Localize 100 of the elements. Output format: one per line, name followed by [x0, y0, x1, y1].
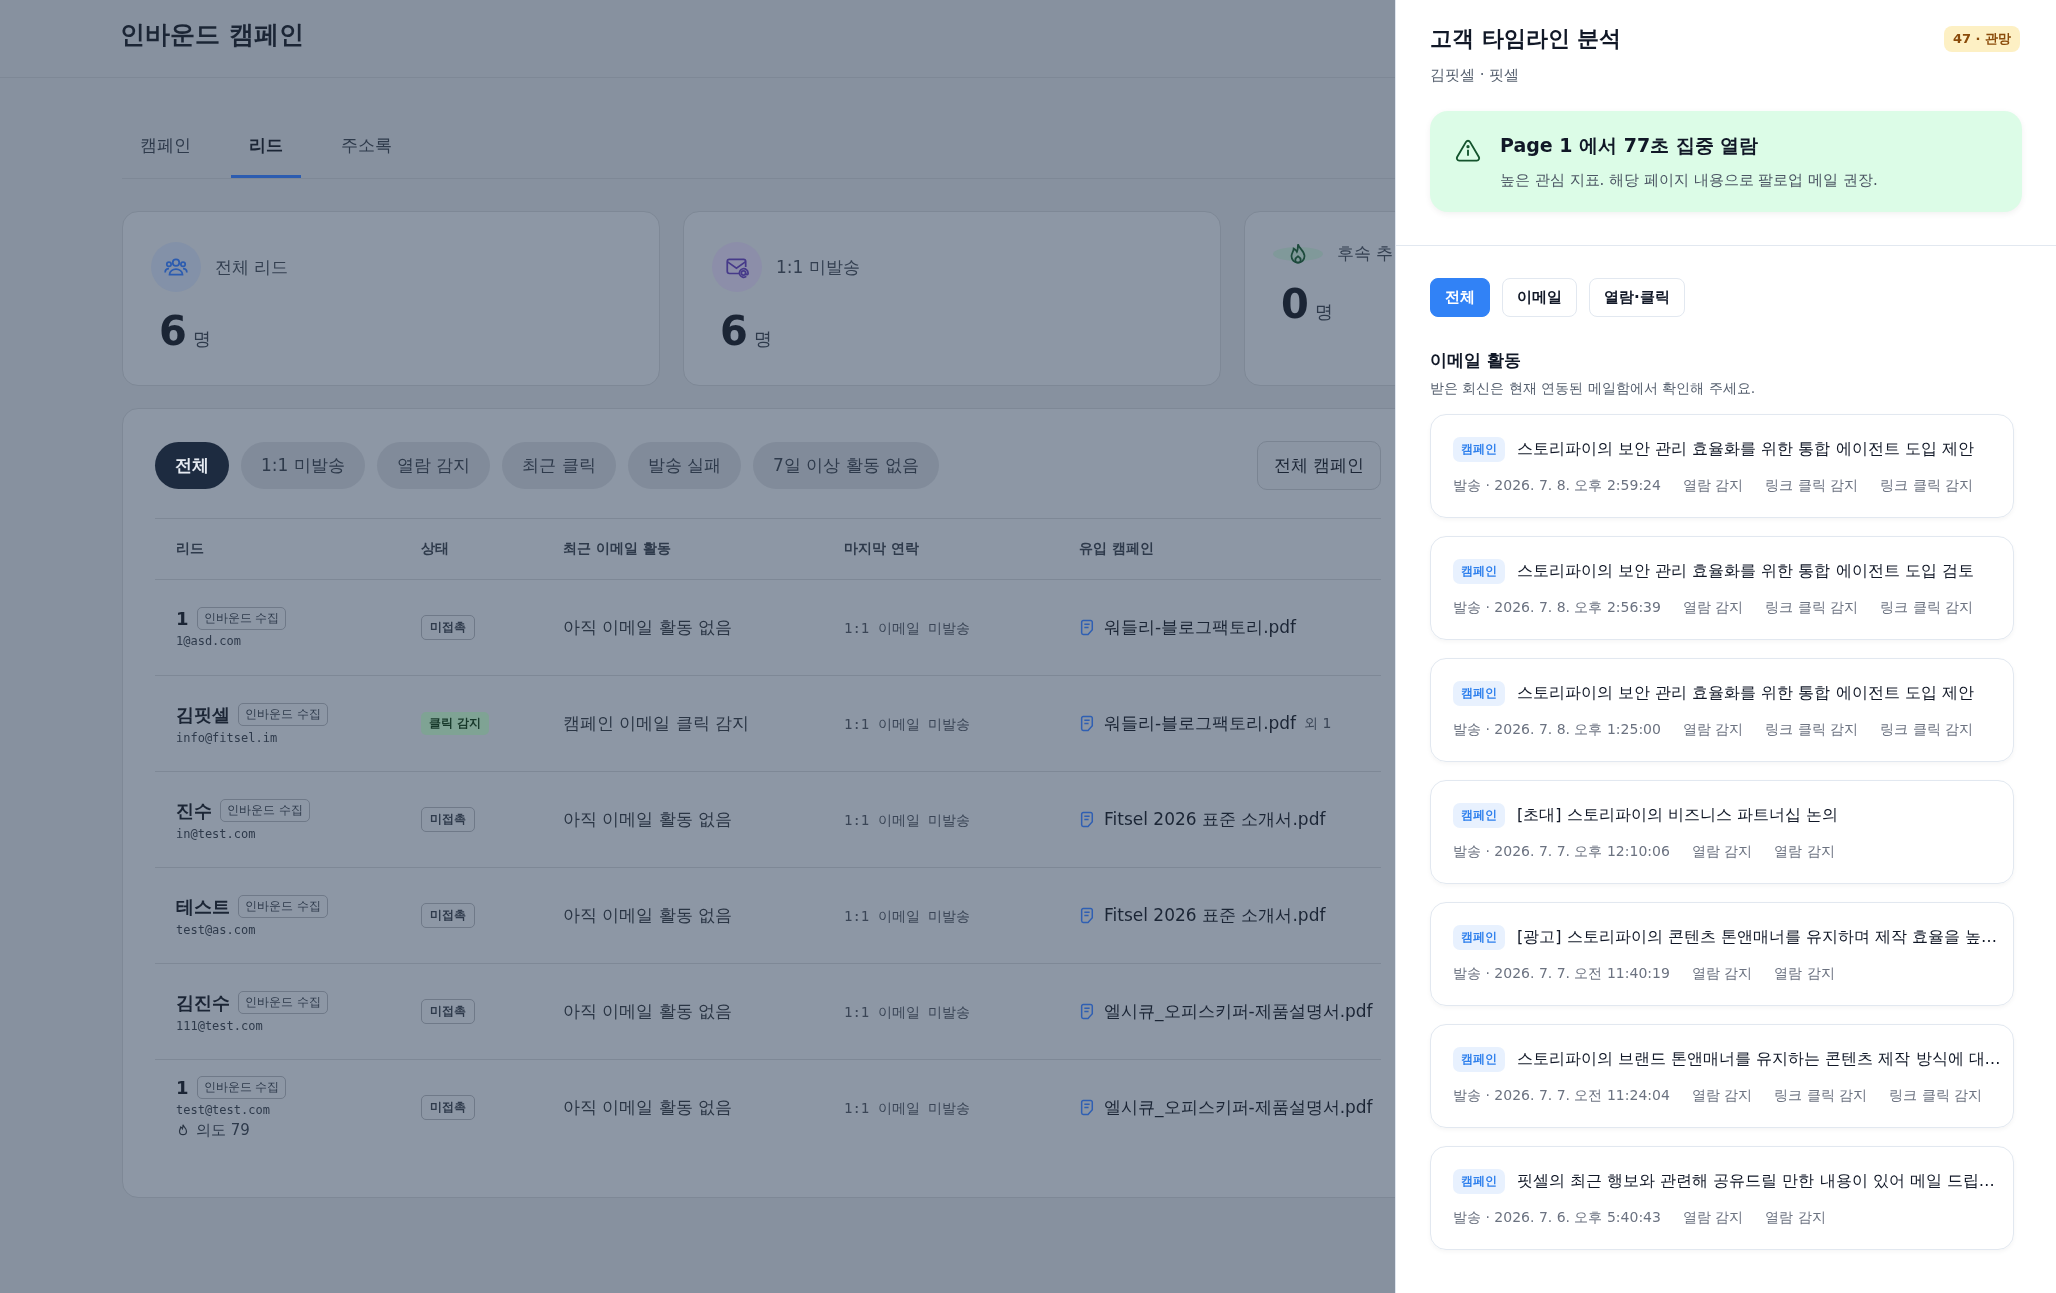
- lead-email: 1@asd.com: [176, 634, 243, 648]
- last-contact: 1:1 이메일 미발송: [844, 811, 971, 828]
- filter-chip[interactable]: 전체: [155, 442, 229, 489]
- event-label: 열람 감지: [1765, 1209, 1826, 1227]
- column-header: 마지막 연락: [844, 540, 919, 556]
- email-subject: 핏셀의 최근 행보와 관련해 공유드릴 만한 내용이 있어 메일 드립…: [1517, 1171, 1995, 1192]
- filter-tab[interactable]: 이메일: [1502, 278, 1577, 317]
- stat-label: 전체 리드: [215, 255, 289, 279]
- tab[interactable]: 캠페인: [122, 122, 209, 178]
- event-label: 링크 클릭 감지: [1774, 1087, 1868, 1105]
- activity-text: 캠페인 이메일 클릭 감지: [563, 713, 750, 733]
- filter-chip[interactable]: 7일 이상 활동 없음: [753, 442, 939, 489]
- event-label: 링크 클릭 감지: [1880, 477, 1974, 495]
- more-count: 외 1: [1304, 714, 1332, 733]
- lead-name: 1: [176, 1076, 189, 1098]
- panel-subtitle: 김핏셀 · 핏셀: [1430, 66, 1521, 85]
- event-label: 열람 감지: [1682, 721, 1744, 739]
- column-header: 리드: [176, 540, 204, 556]
- lead-name: 진수: [176, 798, 212, 823]
- email-subject: [광고] 스토리파이의 콘텐츠 톤앤매너를 유지하며 제작 효율을 높…: [1517, 927, 1998, 948]
- filter-chip[interactable]: 발송 실패: [627, 442, 741, 489]
- score-badge: 47 · 관망: [1943, 26, 2020, 52]
- last-contact: 1:1 이메일 미발송: [844, 715, 971, 732]
- campaign-tag: 캠페인: [1453, 559, 1505, 584]
- event-label: 링크 클릭 감지: [1880, 599, 1974, 617]
- email-subject: [초대] 스토리파이의 비즈니스 파트너십 논의: [1517, 805, 1838, 826]
- sent-time: 발송 · 2026. 7. 8. 오후 2:59:24: [1453, 477, 1661, 495]
- email-card[interactable]: 캠페인 핏셀의 최근 행보와 관련해 공유드릴 만한 내용이 있어 메일 드립… 발송 · 2026. 7. 6. 오후 5:40:43 열람 감지 열람 감지: [1430, 1146, 2014, 1250]
- lead-name: 테스트: [176, 894, 230, 919]
- event-label: 링크 클릭 감지: [1880, 721, 1974, 739]
- campaign-file-link[interactable]: Fitsel 2026 표준 소개서.pdf: [1104, 904, 1326, 927]
- event-label: 링크 클릭 감지: [1765, 599, 1859, 617]
- email-card[interactable]: 캠페인 스토리파이의 보안 관리 효율화를 위한 통합 에이전트 도입 제안 발송 · 2026. 7. 8. 오후 2:59:24 열람 감지 링크 클릭 감지 링크 클릭 감지: [1430, 414, 2014, 518]
- section-note: 받은 회신은 현재 연동된 메일함에서 확인해 주세요.: [1430, 380, 1757, 398]
- tab[interactable]: 리드: [231, 122, 301, 178]
- email-card[interactable]: 캠페인 스토리파이의 보안 관리 효율화를 위한 통합 에이전트 도입 제안 발송 · 2026. 7. 8. 오후 1:25:00 열람 감지 링크 클릭 감지 링크 클릭 감지: [1430, 658, 2014, 762]
- event-label: 링크 클릭 감지: [1765, 477, 1859, 495]
- email-subject: 스토리파이의 보안 관리 효율화를 위한 통합 에이전트 도입 검토: [1517, 561, 1974, 582]
- campaign-tag: 캠페인: [1453, 681, 1505, 706]
- column-header: 유입 캠페인: [1079, 540, 1154, 556]
- last-contact: 1:1 이메일 미발송: [844, 619, 971, 636]
- sent-time: 발송 · 2026. 7. 8. 오후 1:25:00: [1453, 721, 1661, 739]
- lead-email: in@test.com: [176, 826, 257, 841]
- sent-time: 발송 · 2026. 7. 7. 오전 11:40:19: [1453, 965, 1670, 983]
- lead-email: info@fitsel.im: [176, 730, 279, 745]
- event-label: 열람 감지: [1691, 843, 1753, 861]
- event-label: 열람 감지: [1691, 1087, 1753, 1105]
- event-label: 열람 감지: [1682, 477, 1744, 495]
- source-tag: 인바운드 수집: [196, 1075, 287, 1099]
- filter-tab[interactable]: 열람·클릭: [1589, 278, 1685, 317]
- event-label: 열람 감지: [1691, 965, 1753, 983]
- email-subject: 스토리파이의 보안 관리 효율화를 위한 통합 에이전트 도입 제안: [1517, 439, 1974, 460]
- filter-tab[interactable]: 전체: [1430, 278, 1490, 317]
- source-tag: 인바운드 수집: [220, 799, 310, 822]
- campaign-tag: 캠페인: [1453, 1169, 1505, 1194]
- stat-unit: 명: [192, 327, 211, 351]
- activity-text: 아직 이메일 활동 없음: [563, 1097, 733, 1117]
- tab[interactable]: 주소록: [323, 122, 410, 178]
- campaign-file-link[interactable]: Fitsel 2026 표준 소개서.pdf: [1104, 808, 1326, 831]
- campaign-tag: 캠페인: [1453, 1047, 1505, 1072]
- stat-label: 후속 추: [1337, 242, 1394, 265]
- sent-time: 발송 · 2026. 7. 8. 오후 2:56:39: [1453, 599, 1661, 617]
- sent-time: 발송 · 2026. 7. 7. 오후 12:10:06: [1453, 843, 1670, 861]
- last-contact: 1:1 이메일 미발송: [844, 1099, 971, 1116]
- campaign-file-link[interactable]: 워들리-블로그팩토리.pdf: [1104, 616, 1297, 639]
- email-card[interactable]: 캠페인 [광고] 스토리파이의 콘텐츠 톤앤매너를 유지하며 제작 효율을 높… 발송 · 2026. 7. 7. 오전 11:40:19 열람 감지 열람 감지: [1430, 902, 2014, 1006]
- sent-time: 발송 · 2026. 7. 6. 오후 5:40:43: [1453, 1209, 1661, 1227]
- column-header: 최근 이메일 활동: [563, 540, 671, 556]
- status-tag: 미접촉: [421, 999, 475, 1024]
- activity-text: 아직 이메일 활동 없음: [563, 809, 733, 829]
- email-card[interactable]: 캠페인 [초대] 스토리파이의 비즈니스 파트너십 논의 발송 · 2026. 7. 7. 오후 12:10:06 열람 감지 열람 감지: [1430, 780, 2014, 884]
- lead-name: 김진수: [176, 990, 230, 1015]
- filter-chip[interactable]: 최근 클릭: [502, 442, 616, 489]
- campaign-tag: 캠페인: [1453, 925, 1505, 950]
- stat-unit: 명: [753, 327, 772, 351]
- alert-title: Page 1 에서 77초 집중 열람: [1500, 133, 1760, 158]
- campaign-file-link[interactable]: 엘시큐_오피스키퍼-제품설명서.pdf: [1104, 1096, 1373, 1119]
- campaign-tag: 캠페인: [1453, 437, 1505, 462]
- email-subject: 스토리파이의 브랜드 톤앤매너를 유지하는 콘텐츠 제작 방식에 대…: [1517, 1049, 2001, 1070]
- panel-title: 고객 타임라인 분석: [1430, 25, 1622, 53]
- lead-name: 김핏셀: [176, 702, 230, 727]
- status-tag: 미접촉: [421, 903, 475, 928]
- stat-value: 6: [720, 308, 748, 354]
- email-card[interactable]: 캠페인 스토리파이의 보안 관리 효율화를 위한 통합 에이전트 도입 검토 발송 · 2026. 7. 8. 오후 2:56:39 열람 감지 링크 클릭 감지 링크 클릭 감지: [1430, 536, 2014, 640]
- event-label: 링크 클릭 감지: [1765, 721, 1859, 739]
- stat-label: 1:1 미발송: [776, 255, 860, 279]
- page-title: 인바운드 캠페인: [120, 19, 304, 51]
- lead-email: 111@test.com: [176, 1018, 264, 1033]
- activity-text: 아직 이메일 활동 없음: [563, 1001, 733, 1021]
- campaign-file-link[interactable]: 워들리-블로그팩토리.pdf: [1104, 712, 1297, 735]
- filter-chip[interactable]: 1:1 미발송: [241, 442, 365, 489]
- lead-name: 1: [176, 608, 189, 629]
- campaign-filter-button[interactable]: 전체 캠페인: [1256, 441, 1381, 490]
- alert-text: 높은 관심 지표. 해당 페이지 내용으로 팔로업 메일 권장.: [1500, 171, 1878, 190]
- source-tag: 인바운드 수집: [196, 607, 287, 630]
- email-card[interactable]: 캠페인 스토리파이의 브랜드 톤앤매너를 유지하는 콘텐츠 제작 방식에 대… 발송 · 2026. 7. 7. 오전 11:24:04 열람 감지 링크 클릭 감지 링크 클릭 감지: [1430, 1024, 2014, 1128]
- event-label: 열람 감지: [1774, 843, 1835, 861]
- campaign-file-link[interactable]: 엘시큐_오피스키퍼-제품설명서.pdf: [1104, 1000, 1373, 1023]
- last-contact: 1:1 이메일 미발송: [844, 907, 971, 924]
- filter-chip[interactable]: 열람 감지: [376, 442, 491, 489]
